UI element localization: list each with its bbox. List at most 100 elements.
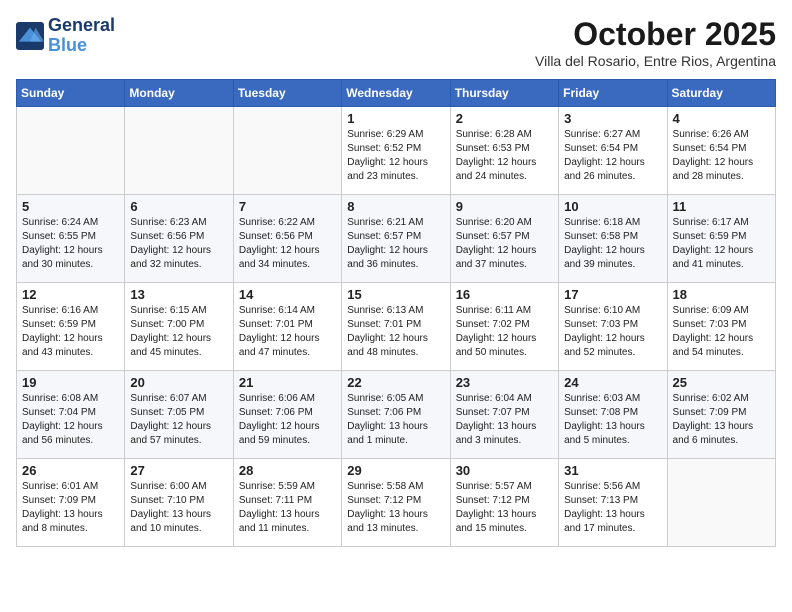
weekday-header-saturday: Saturday: [667, 80, 775, 107]
calendar-week-5: 26 Sunrise: 6:01 AM Sunset: 7:09 PM Dayli…: [17, 459, 776, 547]
day-number: 13: [130, 287, 227, 302]
day-number: 9: [456, 199, 553, 214]
day-number: 10: [564, 199, 661, 214]
weekday-header-wednesday: Wednesday: [342, 80, 450, 107]
day-number: 6: [130, 199, 227, 214]
day-number: 3: [564, 111, 661, 126]
day-info: Sunrise: 6:17 AM Sunset: 6:59 PM Dayligh…: [673, 216, 770, 272]
weekday-header-friday: Friday: [559, 80, 667, 107]
calendar-cell: [125, 107, 233, 195]
day-number: 18: [673, 287, 770, 302]
month-title: October 2025: [535, 16, 776, 53]
day-number: 4: [673, 111, 770, 126]
day-number: 2: [456, 111, 553, 126]
calendar-cell: 5 Sunrise: 6:24 AM Sunset: 6:55 PM Daylig…: [17, 195, 125, 283]
calendar-cell: 30 Sunrise: 5:57 AM Sunset: 7:12 PM Dayli…: [450, 459, 558, 547]
calendar-cell: 6Sunrise: 6:23 AM Sunset: 6:56 PM Daylig…: [125, 195, 233, 283]
calendar-week-4: 19 Sunrise: 6:08 AM Sunset: 7:04 PM Dayli…: [17, 371, 776, 459]
day-number: 7: [239, 199, 336, 214]
calendar-cell: 20 Sunrise: 6:07 AM Sunset: 7:05 PM Dayli…: [125, 371, 233, 459]
day-info: Sunrise: 5:56 AM Sunset: 7:13 PM Dayligh…: [564, 480, 661, 536]
day-number: 22: [347, 375, 444, 390]
day-info: Sunrise: 6:21 AM Sunset: 6:57 PM Dayligh…: [347, 216, 444, 272]
day-number: 26: [22, 463, 119, 478]
day-number: 8: [347, 199, 444, 214]
day-info: Sunrise: 6:03 AM Sunset: 7:08 PM Dayligh…: [564, 392, 661, 448]
day-info: Sunrise: 6:01 AM Sunset: 7:09 PM Dayligh…: [22, 480, 119, 536]
calendar-cell: 26 Sunrise: 6:01 AM Sunset: 7:09 PM Dayli…: [17, 459, 125, 547]
day-number: 24: [564, 375, 661, 390]
day-info: Sunrise: 6:27 AM Sunset: 6:54 PM Dayligh…: [564, 128, 661, 184]
day-info: Sunrise: 6:26 AM Sunset: 6:54 PM Dayligh…: [673, 128, 770, 184]
day-info: Sunrise: 5:58 AM Sunset: 7:12 PM Dayligh…: [347, 480, 444, 536]
title-block: October 2025 Villa del Rosario, Entre Ri…: [535, 16, 776, 69]
calendar-cell: 29Sunrise: 5:58 AM Sunset: 7:12 PM Dayli…: [342, 459, 450, 547]
calendar-week-3: 12 Sunrise: 6:16 AM Sunset: 6:59 PM Dayli…: [17, 283, 776, 371]
day-number: 19: [22, 375, 119, 390]
calendar-cell: 9 Sunrise: 6:20 AM Sunset: 6:57 PM Daylig…: [450, 195, 558, 283]
calendar-cell: 17 Sunrise: 6:10 AM Sunset: 7:03 PM Dayli…: [559, 283, 667, 371]
calendar-cell: 21 Sunrise: 6:06 AM Sunset: 7:06 PM Dayli…: [233, 371, 341, 459]
day-info: Sunrise: 6:16 AM Sunset: 6:59 PM Dayligh…: [22, 304, 119, 360]
day-number: 5: [22, 199, 119, 214]
calendar-table: SundayMondayTuesdayWednesdayThursdayFrid…: [16, 79, 776, 547]
day-info: Sunrise: 6:02 AM Sunset: 7:09 PM Dayligh…: [673, 392, 770, 448]
calendar-cell: 8 Sunrise: 6:21 AM Sunset: 6:57 PM Daylig…: [342, 195, 450, 283]
day-number: 1: [347, 111, 444, 126]
day-info: Sunrise: 6:05 AM Sunset: 7:06 PM Dayligh…: [347, 392, 444, 448]
day-number: 15: [347, 287, 444, 302]
day-number: 14: [239, 287, 336, 302]
day-number: 21: [239, 375, 336, 390]
day-info: Sunrise: 6:06 AM Sunset: 7:06 PM Dayligh…: [239, 392, 336, 448]
calendar-cell: 19 Sunrise: 6:08 AM Sunset: 7:04 PM Dayli…: [17, 371, 125, 459]
day-info: Sunrise: 5:57 AM Sunset: 7:12 PM Dayligh…: [456, 480, 553, 536]
calendar-cell: 23 Sunrise: 6:04 AM Sunset: 7:07 PM Dayli…: [450, 371, 558, 459]
calendar-week-2: 5 Sunrise: 6:24 AM Sunset: 6:55 PM Daylig…: [17, 195, 776, 283]
weekday-header-monday: Monday: [125, 80, 233, 107]
calendar-cell: 22 Sunrise: 6:05 AM Sunset: 7:06 PM Dayli…: [342, 371, 450, 459]
day-info: Sunrise: 6:13 AM Sunset: 7:01 PM Dayligh…: [347, 304, 444, 360]
logo-text: General Blue: [48, 16, 115, 56]
day-number: 16: [456, 287, 553, 302]
day-info: Sunrise: 5:59 AM Sunset: 7:11 PM Dayligh…: [239, 480, 336, 536]
weekday-header-thursday: Thursday: [450, 80, 558, 107]
calendar-cell: 4 Sunrise: 6:26 AM Sunset: 6:54 PM Daylig…: [667, 107, 775, 195]
day-number: 12: [22, 287, 119, 302]
page-header: General Blue October 2025 Villa del Rosa…: [16, 16, 776, 69]
day-info: Sunrise: 6:04 AM Sunset: 7:07 PM Dayligh…: [456, 392, 553, 448]
calendar-cell: 24 Sunrise: 6:03 AM Sunset: 7:08 PM Dayli…: [559, 371, 667, 459]
calendar-cell: 13 Sunrise: 6:15 AM Sunset: 7:00 PM Dayli…: [125, 283, 233, 371]
location-subtitle: Villa del Rosario, Entre Rios, Argentina: [535, 53, 776, 69]
day-info: Sunrise: 6:18 AM Sunset: 6:58 PM Dayligh…: [564, 216, 661, 272]
day-info: Sunrise: 6:07 AM Sunset: 7:05 PM Dayligh…: [130, 392, 227, 448]
day-number: 27: [130, 463, 227, 478]
day-number: 30: [456, 463, 553, 478]
weekday-header-tuesday: Tuesday: [233, 80, 341, 107]
logo-icon: [16, 22, 44, 50]
weekday-header-sunday: Sunday: [17, 80, 125, 107]
day-info: Sunrise: 6:09 AM Sunset: 7:03 PM Dayligh…: [673, 304, 770, 360]
day-number: 17: [564, 287, 661, 302]
calendar-week-1: 1Sunrise: 6:29 AM Sunset: 6:52 PM Daylig…: [17, 107, 776, 195]
calendar-cell: 11Sunrise: 6:17 AM Sunset: 6:59 PM Dayli…: [667, 195, 775, 283]
calendar-cell: 12 Sunrise: 6:16 AM Sunset: 6:59 PM Dayli…: [17, 283, 125, 371]
day-info: Sunrise: 6:11 AM Sunset: 7:02 PM Dayligh…: [456, 304, 553, 360]
day-info: Sunrise: 6:15 AM Sunset: 7:00 PM Dayligh…: [130, 304, 227, 360]
day-number: 20: [130, 375, 227, 390]
calendar-cell: 31 Sunrise: 5:56 AM Sunset: 7:13 PM Dayli…: [559, 459, 667, 547]
calendar-cell: 2Sunrise: 6:28 AM Sunset: 6:53 PM Daylig…: [450, 107, 558, 195]
logo: General Blue: [16, 16, 115, 56]
calendar-cell: [667, 459, 775, 547]
day-number: 31: [564, 463, 661, 478]
calendar-cell: 10 Sunrise: 6:18 AM Sunset: 6:58 PM Dayli…: [559, 195, 667, 283]
calendar-cell: 15 Sunrise: 6:13 AM Sunset: 7:01 PM Dayli…: [342, 283, 450, 371]
day-number: 25: [673, 375, 770, 390]
day-info: Sunrise: 6:20 AM Sunset: 6:57 PM Dayligh…: [456, 216, 553, 272]
day-info: Sunrise: 6:10 AM Sunset: 7:03 PM Dayligh…: [564, 304, 661, 360]
day-number: 23: [456, 375, 553, 390]
day-number: 28: [239, 463, 336, 478]
day-info: Sunrise: 6:08 AM Sunset: 7:04 PM Dayligh…: [22, 392, 119, 448]
day-info: Sunrise: 6:14 AM Sunset: 7:01 PM Dayligh…: [239, 304, 336, 360]
calendar-cell: 1Sunrise: 6:29 AM Sunset: 6:52 PM Daylig…: [342, 107, 450, 195]
day-info: Sunrise: 6:24 AM Sunset: 6:55 PM Dayligh…: [22, 216, 119, 272]
